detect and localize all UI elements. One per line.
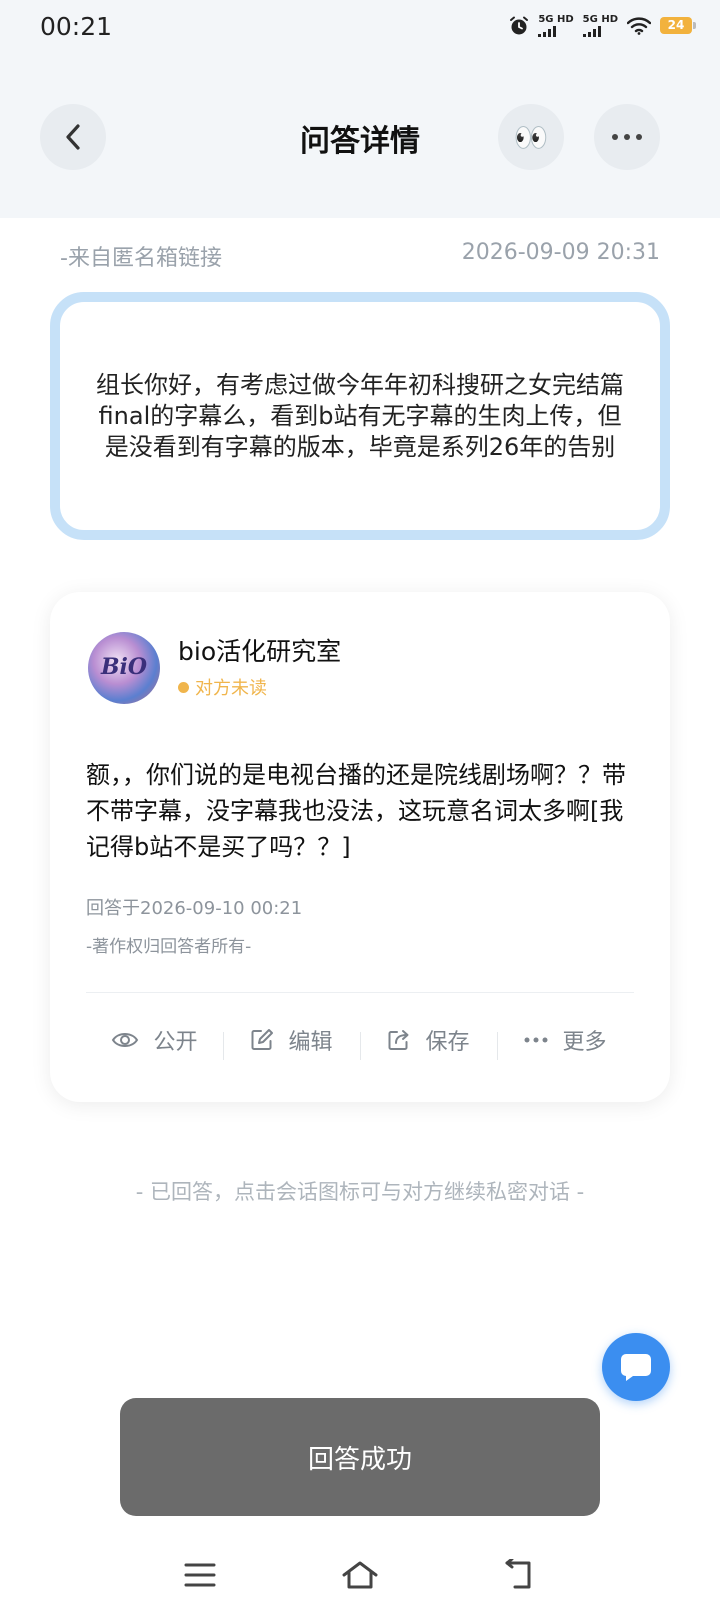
chat-button[interactable] [602, 1333, 670, 1401]
status-bar: 00:21 5G HD 5G HD 24 [0, 0, 720, 56]
question-box: 组长你好，有考虑过做今年年初科搜研之女完结篇final的字幕么，看到b站有无字幕… [50, 292, 670, 540]
answer-actions: 公开 编辑 保存 更多 [86, 1002, 634, 1078]
avatar[interactable]: BiO [88, 632, 160, 704]
home-icon [342, 1561, 378, 1589]
eyes-button[interactable]: 👀 [498, 104, 564, 170]
save-button[interactable]: 保存 [360, 1024, 497, 1060]
copyright-note: -著作权归回答者所有- [86, 937, 252, 957]
read-status: 对方未读 [178, 674, 267, 700]
wifi-icon [627, 16, 651, 35]
sim1-label: 5G HD [538, 14, 574, 25]
question-text: 组长你好，有考虑过做今年年初科搜研之女完结篇final的字幕么，看到b站有无字幕… [96, 370, 624, 461]
answer-card: BiO bio活化研究室 对方未读 额，，你们说的是电视台播的还是院线剧场啊？？… [50, 592, 670, 1102]
avatar-text: BiO [100, 654, 148, 680]
answer-text: 额，，你们说的是电视台播的还是院线剧场啊？？带不带字幕，没字幕我也没法，这玩意名… [86, 761, 626, 861]
more-horizontal-icon [524, 1037, 548, 1043]
edit-button[interactable]: 编辑 [223, 1024, 360, 1060]
divider [86, 992, 634, 993]
back-icon [505, 1559, 531, 1589]
read-status-label: 对方未读 [195, 678, 267, 699]
more-button[interactable] [594, 104, 660, 170]
toast-message: 回答成功 [120, 1398, 600, 1516]
answerer-name[interactable]: bio活化研究室 [178, 632, 341, 668]
signal-icon: 5G HD [538, 14, 574, 37]
eye-icon [112, 1033, 139, 1047]
menu-icon [184, 1563, 216, 1587]
save-label: 保存 [425, 1030, 470, 1055]
signal-icon: 5G HD [582, 14, 618, 37]
status-time: 00:21 [40, 12, 113, 41]
question-datetime: 2026-09-09 20:31 [461, 240, 660, 265]
answered-at: 回答于2026-09-10 00:21 [86, 898, 303, 919]
share-icon [388, 1030, 409, 1050]
alarm-icon [510, 16, 529, 34]
eyes-emoji-icon: 👀 [513, 120, 549, 154]
more-actions-button[interactable]: 更多 [497, 1024, 634, 1060]
more-horizontal-icon [612, 134, 642, 140]
edit-label: 编辑 [288, 1030, 333, 1055]
edit-icon [251, 1029, 274, 1050]
public-button[interactable]: 公开 [86, 1024, 223, 1056]
status-icons: 5G HD 5G HD 24 [509, 14, 696, 37]
continue-chat-hint: - 已回答，点击会话图标可与对方继续私密对话 - [135, 1180, 585, 1204]
more-label: 更多 [562, 1030, 607, 1055]
public-label: 公开 [153, 1030, 198, 1055]
question-source: -来自匿名箱链接 [60, 246, 222, 271]
home-button[interactable] [335, 1550, 385, 1600]
sim2-label: 5G HD [582, 14, 618, 25]
chat-bubble-icon [621, 1354, 651, 1381]
bottom-nav [0, 1540, 720, 1612]
menu-button[interactable] [175, 1550, 225, 1600]
back-nav-button[interactable] [495, 1550, 545, 1600]
status-dot-icon [178, 681, 189, 693]
battery-icon: 24 [660, 17, 696, 34]
